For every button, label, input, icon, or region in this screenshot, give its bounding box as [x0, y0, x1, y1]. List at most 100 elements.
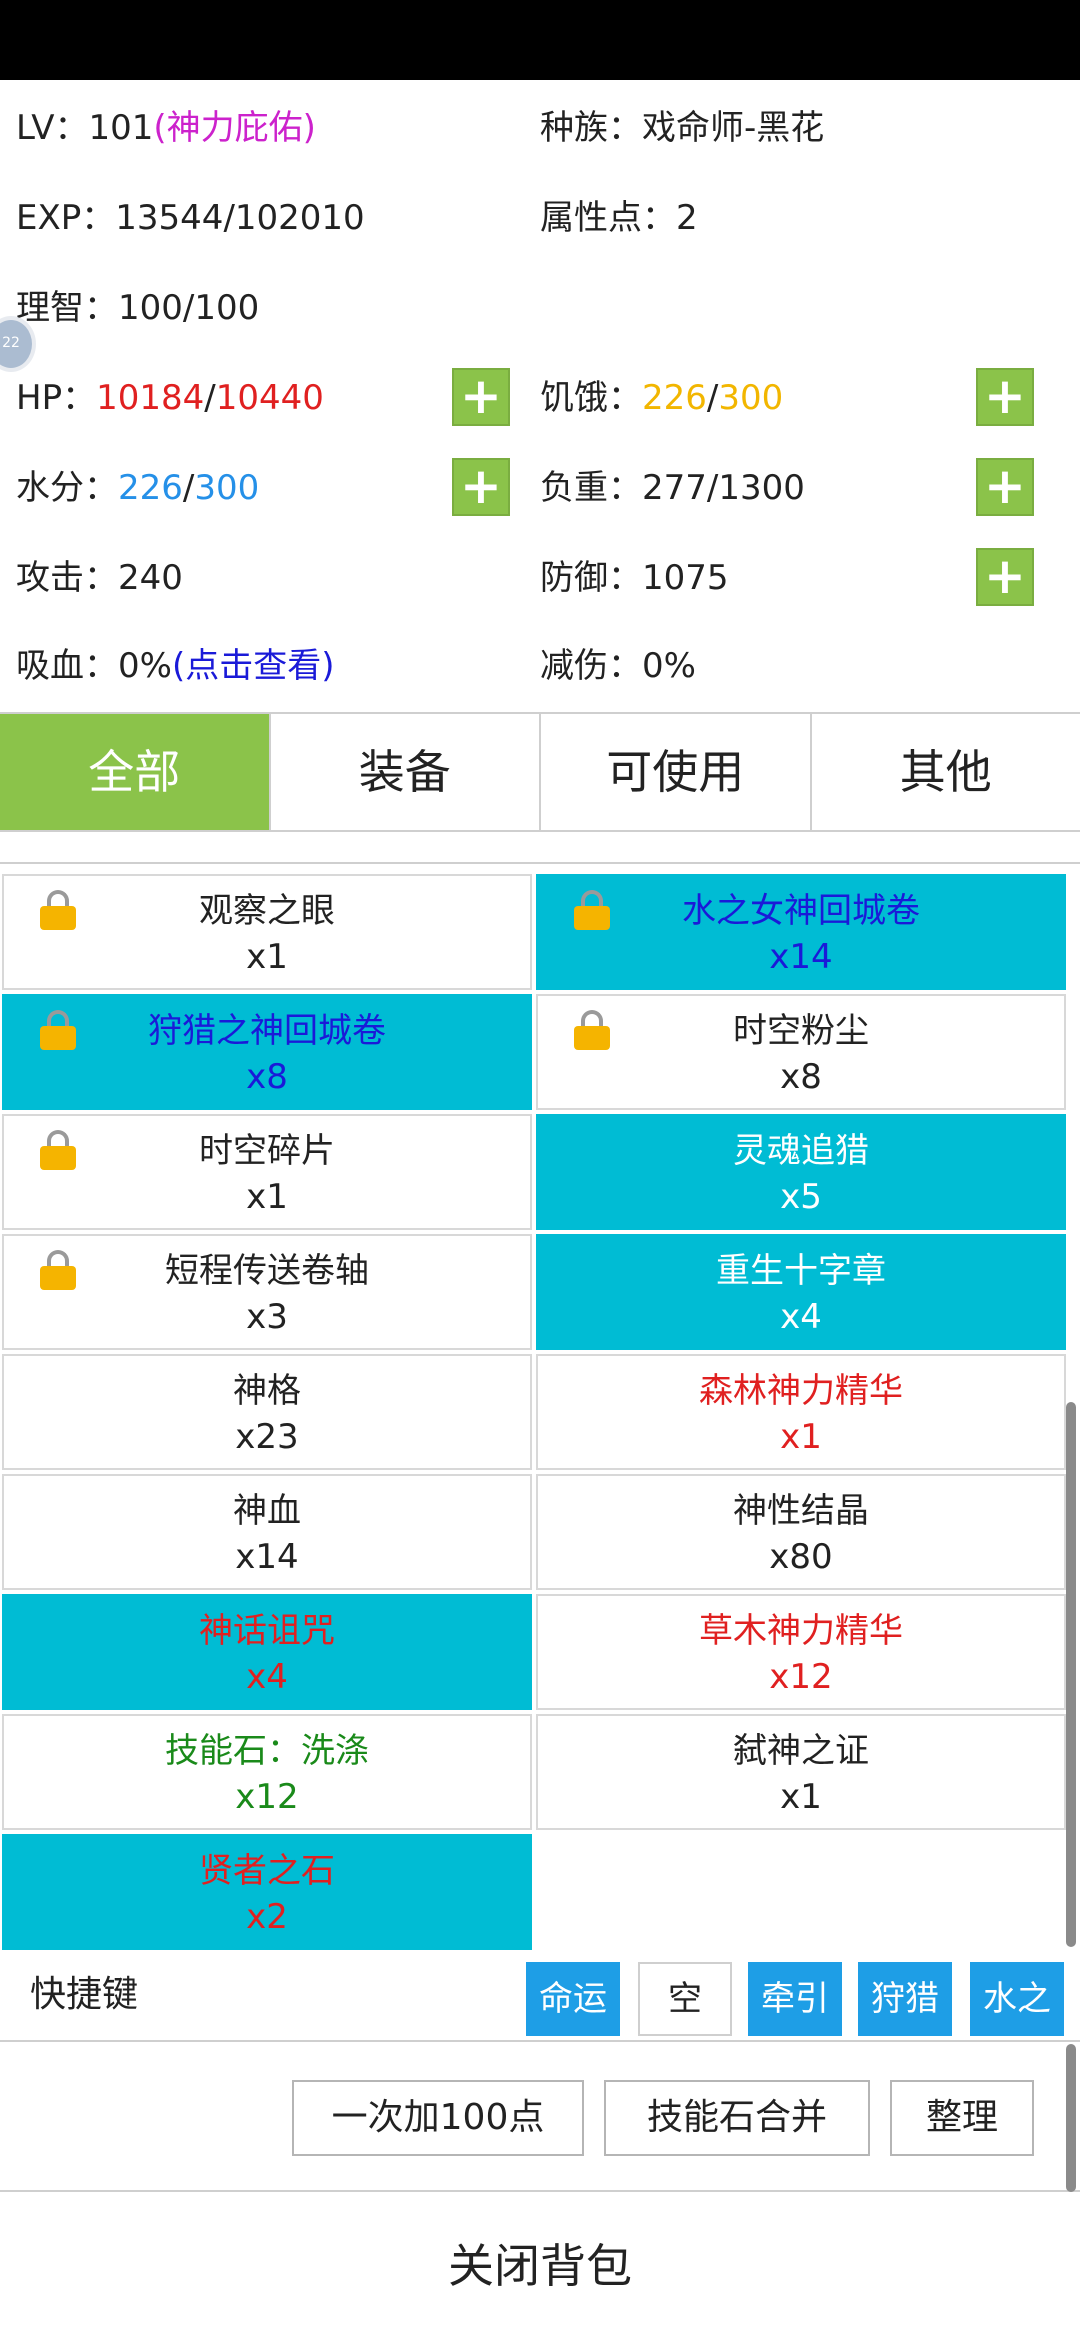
inventory-item[interactable]: 观察之眼 x1 — [2, 874, 532, 990]
water-max: 300 — [194, 468, 260, 508]
inventory-item[interactable]: 神性结晶 x80 — [536, 1474, 1066, 1590]
hunger-label: 饥饿： — [540, 378, 642, 418]
hp-max: 10440 — [215, 378, 324, 418]
defense-plus-button[interactable]: + — [976, 548, 1034, 606]
water-plus-button[interactable]: + — [452, 458, 510, 516]
item-quantity: x5 — [780, 1177, 822, 1217]
level-title: (神力庇佑) — [153, 108, 316, 148]
lock-icon — [574, 890, 610, 930]
inventory-item[interactable]: 神格 x23 — [2, 1354, 532, 1470]
hp-slash: / — [204, 378, 216, 418]
tab-equipment[interactable]: 装备 — [270, 714, 541, 830]
defense-label: 防御： — [540, 558, 642, 598]
action-scrollbar-thumb[interactable] — [1066, 2044, 1076, 2192]
item-name: 时空碎片 — [199, 1131, 335, 1171]
hp-plus-button[interactable]: + — [452, 368, 510, 426]
exp-stat: EXP：13544/102010 — [16, 196, 365, 240]
level-stat: LV：101(神力庇佑) — [16, 106, 316, 150]
item-quantity: x12 — [235, 1777, 299, 1817]
water-label: 水分： — [16, 468, 118, 508]
attribute-points-value: 2 — [676, 198, 698, 238]
hunger-slash: / — [706, 378, 719, 418]
tab-other[interactable]: 其他 — [811, 714, 1080, 830]
inventory-scrollbar-thumb[interactable] — [1066, 1402, 1076, 1947]
quick-slot-3[interactable]: 牵引 — [748, 1962, 842, 2036]
item-quantity: x4 — [246, 1657, 288, 1697]
close-backpack-button[interactable]: 关闭背包 — [0, 2196, 1080, 2340]
item-quantity: x8 — [780, 1057, 822, 1097]
hp-current: 10184 — [96, 378, 205, 418]
item-quantity: x3 — [246, 1297, 288, 1337]
item-quantity: x1 — [780, 1417, 822, 1457]
race-stat: 种族：戏命师-黑花 — [540, 106, 824, 150]
inventory-item[interactable]: 神话诅咒 x4 — [2, 1594, 532, 1710]
inventory-item[interactable]: 草木神力精华 x12 — [536, 1594, 1066, 1710]
quick-slot-2[interactable]: 空 — [638, 1962, 732, 2036]
level-value: 101 — [88, 108, 154, 148]
water-current: 226 — [118, 468, 183, 508]
merge-skill-stones-button[interactable]: 技能石合并 — [604, 2080, 870, 2156]
item-name: 森林神力精华 — [699, 1371, 903, 1411]
item-quantity: x2 — [246, 1897, 288, 1937]
item-name: 重生十字章 — [716, 1251, 886, 1291]
inventory-item[interactable]: 狩猎之神回城卷 x8 — [2, 994, 532, 1110]
inventory-tabs: 全部 装备 可使用 其他 — [0, 712, 1080, 832]
tab-usable[interactable]: 可使用 — [541, 714, 812, 830]
item-quantity: x1 — [246, 937, 288, 977]
action-scrollbar[interactable] — [1066, 2044, 1076, 2192]
damage-reduction-label: 减伤： — [540, 646, 642, 686]
inventory-item[interactable]: 时空粉尘 x8 — [536, 994, 1066, 1110]
inventory-item[interactable]: 短程传送卷轴 x3 — [2, 1234, 532, 1350]
inventory-item[interactable]: 弑神之证 x1 — [536, 1714, 1066, 1830]
item-name: 短程传送卷轴 — [165, 1251, 369, 1291]
tab-all[interactable]: 全部 — [0, 714, 271, 830]
quick-key-label: 快捷键 — [30, 1974, 139, 2015]
inventory-item[interactable]: 灵魂追猎 x5 — [536, 1114, 1066, 1230]
status-bar — [0, 0, 1080, 80]
lifesteal-view-link[interactable]: (点击查看) — [172, 646, 335, 686]
item-quantity: x80 — [769, 1537, 833, 1577]
item-quantity: x12 — [769, 1657, 833, 1697]
attack-value: 240 — [118, 558, 183, 598]
race-value: 戏命师-黑花 — [642, 108, 825, 148]
race-label: 种族： — [540, 108, 642, 148]
item-name: 草木神力精华 — [699, 1611, 903, 1651]
add-100-points-button[interactable]: 一次加100点 — [292, 2080, 584, 2156]
quick-key-bar: 快捷键 命运 空 牵引 狩猎 水之 — [0, 1952, 1080, 2042]
quick-slot-5[interactable]: 水之 — [970, 1962, 1064, 2036]
inventory-item[interactable]: 重生十字章 x4 — [536, 1234, 1066, 1350]
lifesteal-label: 吸血： — [16, 646, 118, 686]
hunger-current: 226 — [642, 378, 707, 418]
load-label: 负重： — [540, 468, 642, 508]
quick-slot-1[interactable]: 命运 — [526, 1962, 620, 2036]
item-name: 灵魂追猎 — [733, 1131, 869, 1171]
floating-ball-text: 22 — [2, 335, 20, 351]
inventory-item[interactable]: 森林神力精华 x1 — [536, 1354, 1066, 1470]
defense-value: 1075 — [642, 558, 729, 598]
lock-icon — [40, 1010, 76, 1050]
item-name: 技能石：洗涤 — [165, 1731, 369, 1771]
item-quantity: x23 — [235, 1417, 299, 1457]
sanity-label: 理智： — [16, 288, 118, 328]
lifesteal-value: 0% — [118, 646, 172, 686]
defense-stat: 防御：1075 — [540, 556, 729, 600]
inventory-item[interactable]: 水之女神回城卷 x14 — [536, 874, 1066, 990]
lock-icon — [40, 1250, 76, 1290]
inventory-item[interactable]: 技能石：洗涤 x12 — [2, 1714, 532, 1830]
item-name: 弑神之证 — [733, 1731, 869, 1771]
quick-slot-4[interactable]: 狩猎 — [858, 1962, 952, 2036]
lifesteal-stat: 吸血：0%(点击查看) — [16, 644, 334, 688]
hp-stat: HP：10184/10440 — [16, 376, 324, 420]
hunger-plus-button[interactable]: + — [976, 368, 1034, 426]
load-plus-button[interactable]: + — [976, 458, 1034, 516]
item-name: 观察之眼 — [199, 891, 335, 931]
inventory-scrollbar[interactable] — [1066, 862, 1076, 1950]
item-quantity: x14 — [769, 937, 833, 977]
sort-button[interactable]: 整理 — [890, 2080, 1034, 2156]
inventory-item[interactable]: 神血 x14 — [2, 1474, 532, 1590]
damage-reduction-value: 0% — [642, 646, 696, 686]
inventory-item[interactable]: 贤者之石 x2 — [2, 1834, 532, 1950]
exp-value: 13544/102010 — [115, 198, 365, 238]
inventory-item[interactable]: 时空碎片 x1 — [2, 1114, 532, 1230]
damage-reduction-stat: 减伤：0% — [540, 644, 696, 688]
